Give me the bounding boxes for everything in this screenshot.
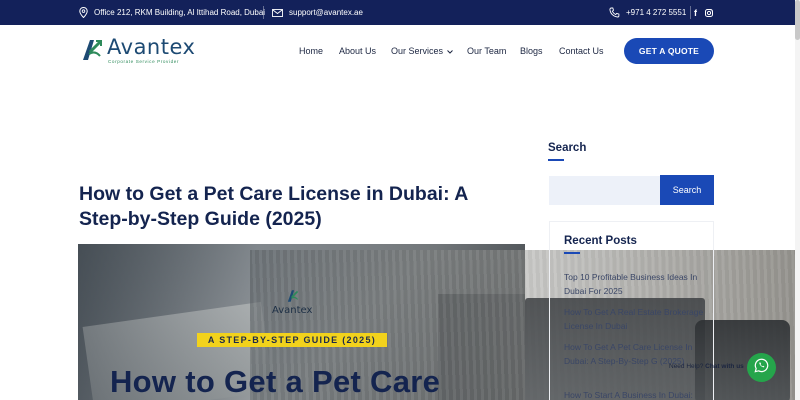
- search-input[interactable]: [549, 176, 660, 205]
- chat-prefix: Need Help?: [669, 363, 704, 370]
- site-header: Avantex Corporate Service Provider Home …: [0, 25, 800, 77]
- social-links: f: [694, 0, 713, 25]
- article-title: How to Get a Pet Care License in Dubai: …: [79, 183, 468, 230]
- nav-contact[interactable]: Contact Us: [559, 46, 604, 56]
- top-info-bar: Office 212, RKM Building, Al Ittihad Roa…: [0, 0, 800, 25]
- email-link[interactable]: support@avantex.ae: [289, 8, 363, 17]
- scrollbar-thumb[interactable]: [795, 0, 800, 40]
- address-text: Office 212, RKM Building, Al Ittihad Roa…: [94, 8, 266, 17]
- brand-logo[interactable]: Avantex Corporate Service Provider: [80, 33, 200, 69]
- chat-label: Chat with us: [705, 363, 744, 370]
- brand-name: Avantex: [107, 35, 196, 59]
- location-pin-icon: [79, 7, 88, 18]
- recent-post-link[interactable]: How To Start A Business In Dubai:: [564, 388, 704, 400]
- brand-tagline: Corporate Service Provider: [108, 59, 180, 64]
- chevron-down-icon: [447, 46, 453, 56]
- nav-team[interactable]: Our Team: [467, 46, 506, 56]
- nav-home[interactable]: Home: [299, 46, 323, 56]
- chat-prompt[interactable]: Need Help? Chat with us: [669, 363, 744, 370]
- search-widget-title: Search: [548, 142, 587, 154]
- phone-link[interactable]: +971 4 272 5551: [626, 8, 686, 17]
- recent-post-link[interactable]: Top 10 Profitable Business Ideas In Duba…: [564, 270, 704, 298]
- mail-icon: [272, 8, 283, 17]
- whatsapp-chat-button[interactable]: [747, 353, 776, 382]
- phone-icon: [609, 7, 620, 18]
- nav-services-label: Our Services: [391, 46, 444, 56]
- recent-post-link[interactable]: How To Get A Real Estate Brokerage Licen…: [564, 305, 704, 333]
- brand-mark-icon: [80, 36, 104, 69]
- instagram-icon[interactable]: [705, 8, 713, 17]
- title-underline: [564, 252, 580, 254]
- get-quote-button[interactable]: GET A QUOTE: [624, 38, 714, 64]
- hero-logo: Avantex: [270, 288, 320, 320]
- nav-services[interactable]: Our Services: [391, 46, 453, 56]
- address-item: Office 212, RKM Building, Al Ittihad Roa…: [79, 0, 265, 25]
- facebook-icon[interactable]: f: [694, 8, 697, 18]
- phone-item[interactable]: +971 4 272 5551: [609, 0, 686, 25]
- hero-headline: How to Get a Pet Care: [110, 364, 441, 399]
- hero-badge: A STEP-BY-STEP GUIDE (2025): [197, 333, 387, 347]
- page-scrollbar[interactable]: [795, 0, 800, 400]
- title-underline: [548, 159, 564, 161]
- nav-blogs[interactable]: Blogs: [520, 46, 543, 56]
- page: Office 212, RKM Building, Al Ittihad Roa…: [0, 0, 800, 400]
- nav-about[interactable]: About Us: [339, 46, 376, 56]
- search-button[interactable]: Search: [660, 175, 714, 205]
- recent-posts-title: Recent Posts: [564, 235, 637, 247]
- divider: [690, 6, 691, 19]
- hero-logo-text: Avantex: [272, 305, 313, 316]
- divider: [263, 6, 264, 19]
- email-item[interactable]: support@avantex.ae: [272, 0, 363, 25]
- whatsapp-icon: [754, 358, 769, 378]
